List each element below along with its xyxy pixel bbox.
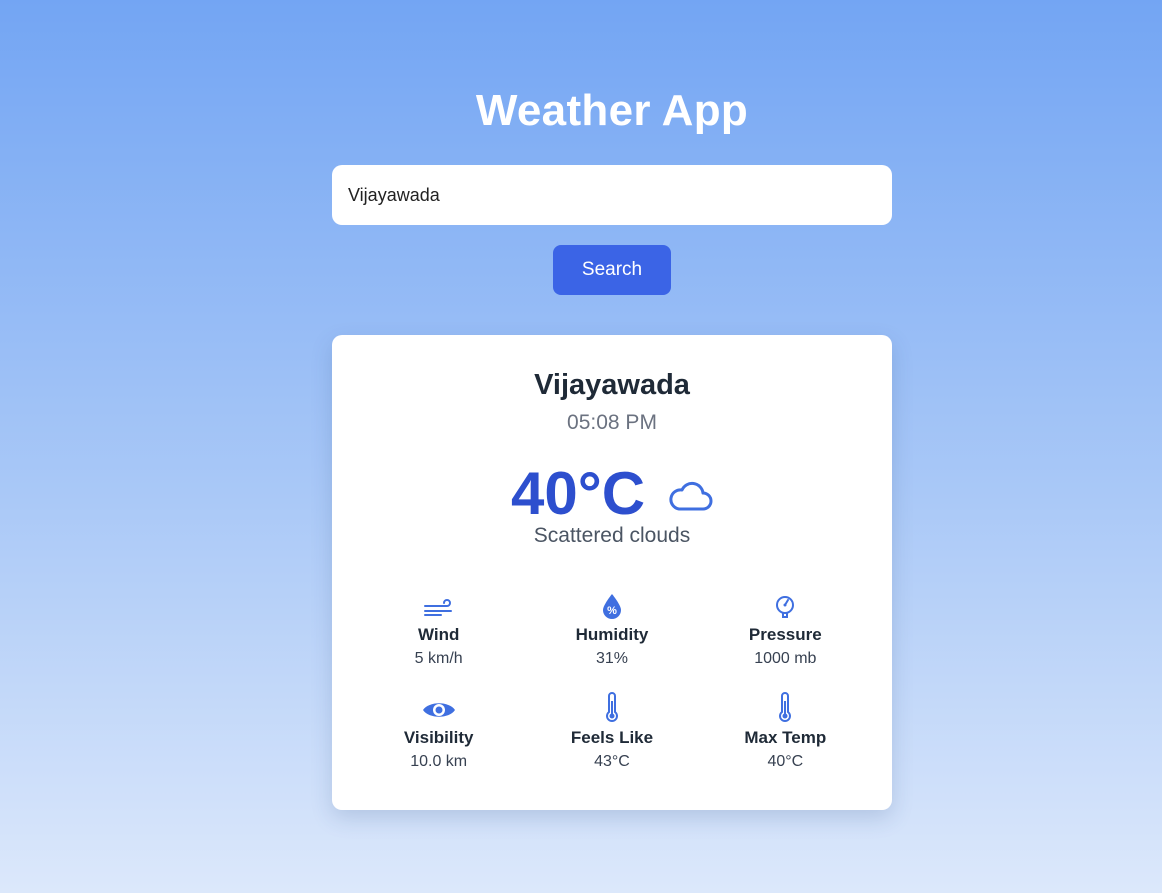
wind-icon	[423, 599, 452, 616]
weather-description: Scattered clouds	[533, 524, 691, 547]
detail-pressure: Pressure 1000 mb	[699, 589, 872, 668]
detail-label: Wind	[417, 625, 460, 644]
city-name: Vijayawada	[534, 369, 690, 401]
detail-wind: Wind 5 km/h	[352, 589, 525, 668]
detail-max-temp: Max Temp 40°C	[699, 692, 872, 771]
eye-icon	[422, 703, 455, 717]
search-input[interactable]	[332, 165, 892, 225]
detail-label: Feels Like	[570, 728, 654, 747]
temperature-row: 40°C	[332, 459, 892, 529]
thermometer-icon	[779, 692, 792, 722]
svg-text:%: %	[607, 605, 617, 617]
weather-card: Vijayawada 05:08 PM 40°C Scattered cloud…	[332, 335, 892, 810]
humidity-icon: %	[602, 594, 621, 619]
detail-value: 43°C	[594, 753, 630, 770]
weather-details-grid: Wind 5 km/h % Humidity 31% Pressure 1000…	[352, 589, 872, 771]
detail-label: Visibility	[403, 728, 474, 747]
temperature-value: 40°C	[510, 460, 646, 527]
detail-label: Max Temp	[744, 728, 827, 747]
search-button[interactable]: Search	[553, 245, 671, 295]
detail-value: 10.0 km	[410, 753, 468, 770]
detail-label: Pressure	[748, 625, 822, 644]
detail-value: 1000 mb	[754, 650, 817, 667]
detail-value: 31%	[595, 650, 628, 667]
detail-label: Humidity	[575, 625, 649, 644]
detail-visibility: Visibility 10.0 km	[352, 692, 525, 771]
local-time: 05:08 PM	[567, 411, 657, 434]
pressure-gauge-icon	[776, 596, 795, 618]
detail-value: 5 km/h	[414, 650, 463, 667]
app-title: Weather App	[475, 86, 749, 135]
detail-feels-like: Feels Like 43°C	[525, 692, 698, 771]
cloud-icon	[669, 481, 713, 511]
detail-value: 40°C	[767, 753, 804, 770]
thermometer-icon	[606, 692, 618, 722]
detail-humidity: % Humidity 31%	[525, 589, 698, 668]
